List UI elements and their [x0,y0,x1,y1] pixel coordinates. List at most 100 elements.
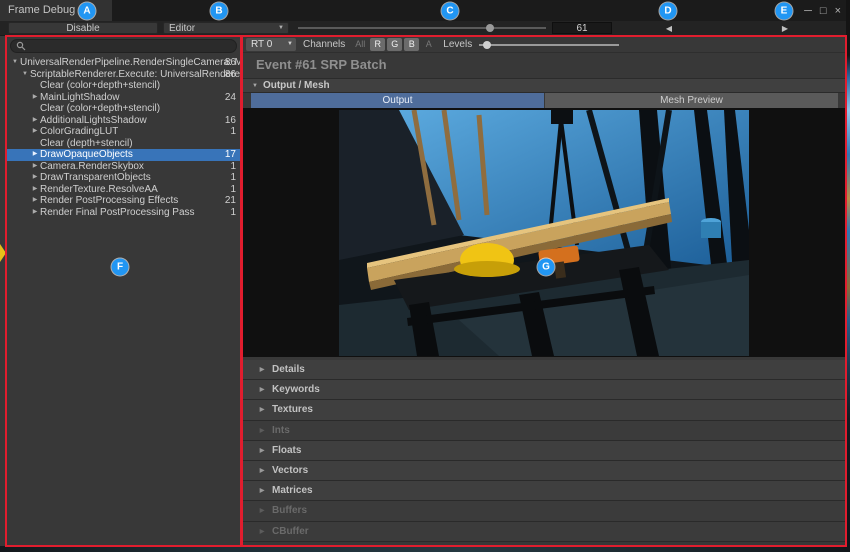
background-scene-edge-right [846,0,850,552]
event-slider-handle[interactable] [486,24,494,32]
chevron-down-icon: ▼ [278,25,284,31]
section-vectors[interactable]: ▶ Vectors [242,461,846,481]
section-label: CBuffer [272,526,309,537]
section-cbuffer[interactable]: ▶ CBuffer [242,522,846,542]
tree-item-count: 16 [225,115,236,127]
event-number-field[interactable]: 61 [552,22,612,34]
section-label: Buffers [272,505,307,516]
disable-button[interactable]: Disable [8,22,158,34]
tree-item[interactable]: ▼ScriptableRenderer.Execute: UniversalRe… [6,69,240,81]
section-label: Keywords [272,384,320,395]
tree-item[interactable]: ▶RenderTexture.ResolveAA1 [6,184,240,196]
tree-item-count: 86 [225,69,236,81]
tree-item[interactable]: ▶DrawTransparentObjects1 [6,172,240,184]
levels-slider-handle[interactable] [483,41,491,49]
chevron-collapsed-icon: ▶ [258,467,266,474]
tree-item[interactable]: ▶Render PostProcessing Effects21 [6,195,240,207]
tree-item-count: 1 [230,172,236,184]
chevron-collapsed-icon: ▶ [258,386,266,393]
section-label: Vectors [272,465,308,476]
tree-item-label: Clear (color+depth+stencil) [40,103,160,115]
tab-mesh-preview[interactable]: Mesh Preview [545,93,838,108]
chevron-collapsed-icon[interactable]: ▶ [30,172,40,184]
tree-item-label: RenderTexture.ResolveAA [40,184,158,196]
event-slider[interactable] [298,22,546,34]
next-event-button[interactable]: ▶ [776,22,794,34]
tree-item-label: Camera.RenderSkybox [40,161,144,173]
search-icon [16,41,26,51]
section-matrices[interactable]: ▶Matrices [242,481,846,501]
channel-button-a[interactable]: A [421,38,436,51]
chevron-collapsed-icon[interactable]: ▶ [30,195,40,207]
tree-item[interactable]: ▼UniversalRenderPipeline.RenderSingleCam… [6,57,240,69]
output-mesh-foldout[interactable]: ▼ Output / Mesh [242,78,846,93]
event-tree-panel: ▼UniversalRenderPipeline.RenderSingleCam… [6,36,241,546]
chevron-collapsed-icon[interactable]: ▶ [30,149,40,161]
chevron-down-icon: ▼ [287,38,293,51]
previous-event-button[interactable]: ◀ [660,22,678,34]
tree-item-label: UniversalRenderPipeline.RenderSingleCame… [20,57,240,69]
chevron-expanded-icon[interactable]: ▼ [20,69,30,81]
tree-item[interactable]: ▶Camera.RenderSkybox1 [6,161,240,173]
chevron-collapsed-icon[interactable]: ▶ [30,115,40,127]
tree-item-label: AdditionalLightsShadow [40,115,147,127]
tree-item-label: ColorGradingLUT [40,126,118,138]
chevron-collapsed-icon: ▶ [258,507,266,514]
preview-area [242,108,846,357]
search-input[interactable] [30,40,231,52]
section-label: Details [272,364,305,375]
chevron-collapsed-icon[interactable]: ▶ [30,207,40,219]
channel-button-all[interactable]: All [352,38,368,51]
window-controls: ⋮ ─ □ × [785,0,841,21]
foldout-label: Output / Mesh [263,80,330,91]
tree-item-label: Render Final PostProcessing Pass [40,207,195,219]
tree-item[interactable]: ▶MainLightShadow24 [6,92,240,104]
render-target-label: RT 0 [251,39,272,50]
tree-item[interactable]: ▶AdditionalLightsShadow 16 [6,115,240,127]
close-icon[interactable]: × [835,5,841,17]
tab-output[interactable]: Output [251,93,544,108]
tree-item[interactable]: ▶DrawOpaqueObjects17 [6,149,240,161]
editor-dropdown[interactable]: Editor ▼ [163,22,289,34]
tree-item[interactable]: Clear (color+depth+stencil) [6,80,240,92]
tree-item[interactable]: Clear (color+depth+stencil) [6,103,240,115]
section-keywords[interactable]: ▶ Keywords [242,380,846,400]
section-details[interactable]: ▶ Details [242,360,846,380]
tree-item[interactable]: ▶ColorGradingLUT 1 [6,126,240,138]
frame-debug-window: Frame Debug ⋮ ─ □ × Disable Editor ▼ 61 … [0,0,846,546]
channel-button-g[interactable]: G [387,38,402,51]
section-buffers[interactable]: ▶ Buffers [242,501,846,521]
chevron-collapsed-icon[interactable]: ▶ [30,126,40,138]
section-textures[interactable]: ▶Textures [242,400,846,420]
render-target-dropdown[interactable]: RT 0 ▼ [246,38,296,51]
maximize-icon[interactable]: □ [820,5,827,17]
frame-debug-toolbar: Disable Editor ▼ 61 ◀ ▶ [0,21,846,36]
chevron-collapsed-icon[interactable]: ▶ [30,184,40,196]
chevron-collapsed-icon[interactable]: ▶ [30,92,40,104]
levels-slider[interactable] [479,38,619,51]
chevron-collapsed-icon: ▶ [258,366,266,373]
window-tab-frame-debug[interactable]: Frame Debug [0,0,112,21]
tree-item[interactable]: Clear (depth+stencil) [6,138,240,150]
more-icon[interactable]: ⋮ [785,4,796,17]
minimize-icon[interactable]: ─ [804,5,812,17]
search-box[interactable] [10,39,237,53]
tree-item-label: Render PostProcessing Effects [40,195,178,207]
section-floats[interactable]: ▶Floats [242,441,846,461]
editor-dropdown-label: Editor [169,23,195,34]
chevron-collapsed-icon: ▶ [258,406,266,413]
tree-item-count: 86 [225,57,236,69]
channel-button-b[interactable]: B [404,38,419,51]
channel-button-r[interactable]: R [370,38,385,51]
window-title: Frame Debug [8,4,75,16]
render-preview-image [339,110,749,356]
chevron-expanded-icon[interactable]: ▼ [10,57,20,69]
tree-item-label: DrawOpaqueObjects [40,149,133,161]
tree-item[interactable]: ▶Render Final PostProcessing Pass1 [6,207,240,219]
chevron-collapsed-icon: ▶ [258,528,266,535]
chevron-collapsed-icon[interactable]: ▶ [30,161,40,173]
tree-item-count: 1 [230,126,236,138]
section-ints[interactable]: ▶Ints [242,421,846,441]
event-details-panel: RT 0 ▼ Channels AllRGBA Levels Event #61… [242,36,846,546]
channels-label: Channels [303,39,345,50]
